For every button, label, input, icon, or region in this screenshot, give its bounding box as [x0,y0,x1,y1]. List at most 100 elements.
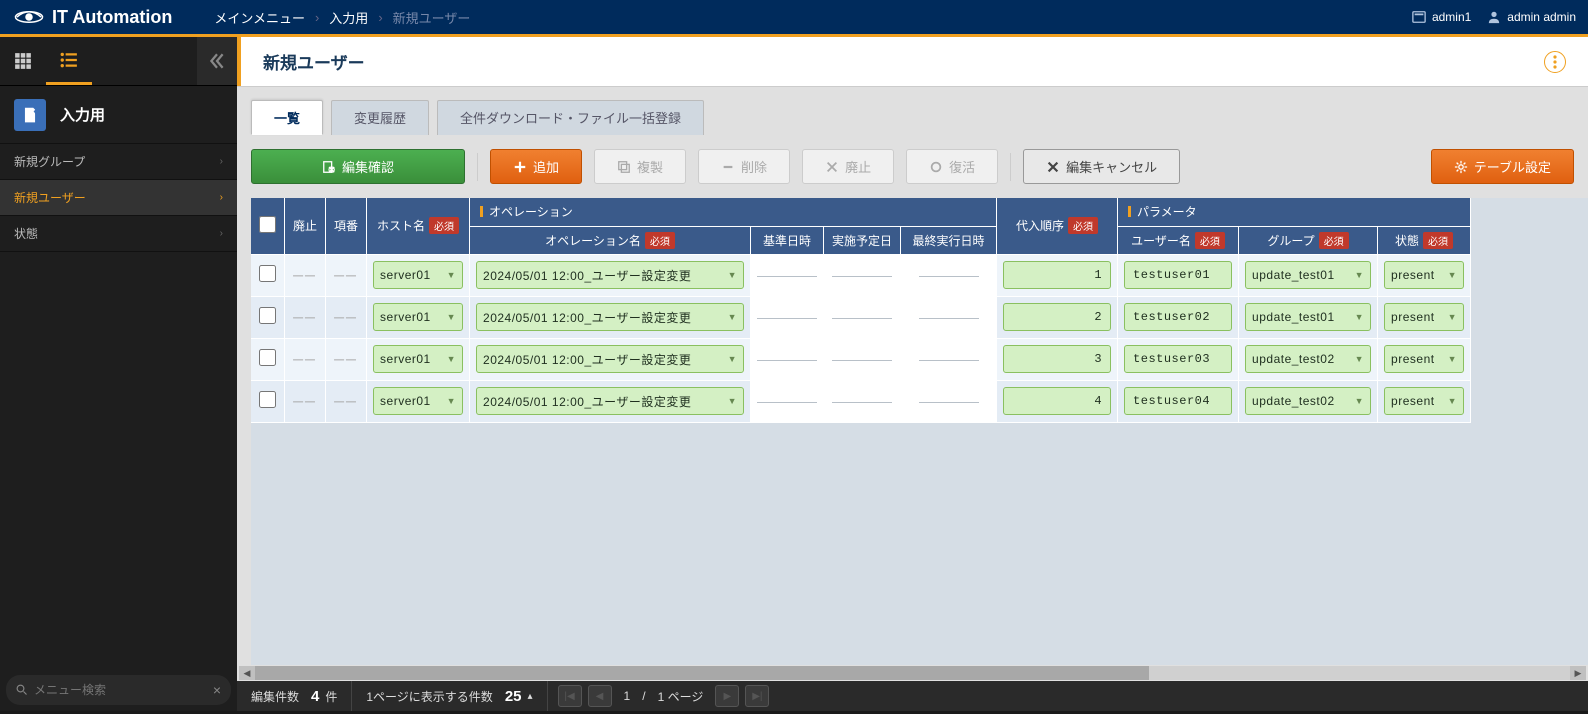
state-select[interactable]: present▼ [1384,387,1464,415]
tab-list[interactable]: 一覧 [251,100,323,135]
page-next-button[interactable]: ▶ [715,685,739,707]
group-select[interactable]: update_test01▼ [1245,261,1371,289]
add-button[interactable]: 追加 [490,149,582,184]
workspace-name: admin1 [1432,10,1471,24]
order-input[interactable]: 4 [1003,387,1111,415]
col-discard: 廃止 [285,198,326,254]
breadcrumb-item[interactable]: 入力用 [329,8,368,27]
group-select[interactable]: update_test02▼ [1245,387,1371,415]
host-select[interactable]: server01▼ [373,261,463,289]
breadcrumb-item[interactable]: メインメニュー [214,8,305,27]
username-input[interactable]: testuser01 [1124,261,1232,289]
discard-button[interactable]: 廃止 [802,149,894,184]
page-prev-button[interactable]: ◀ [588,685,612,707]
chevron-down-icon: ▼ [441,270,456,280]
restore-button[interactable]: 復活 [906,149,998,184]
order-input[interactable]: 1 [1003,261,1111,289]
operation-select[interactable]: 2024/05/01 12:00_ユーザー設定変更▼ [476,303,744,331]
chevron-down-icon: ▼ [722,270,737,280]
list-view-button[interactable] [46,37,92,85]
plus-icon [513,160,527,174]
sidebar-item-state[interactable]: 状態 › [0,216,237,252]
operation-select[interactable]: 2024/05/01 12:00_ユーザー設定変更▼ [476,345,744,373]
row-checkbox[interactable] [259,349,276,366]
table-settings-button[interactable]: テーブル設定 [1431,149,1574,184]
sidebar-search[interactable]: × [6,675,231,705]
pager: |◀ ◀ 1 / 1 ページ ▶ ▶| [548,685,780,707]
operation-select[interactable]: 2024/05/01 12:00_ユーザー設定変更▼ [476,261,744,289]
check-doc-icon [322,160,336,174]
divider [1010,153,1011,181]
horizontal-scrollbar[interactable]: ◀ ▶ [237,665,1588,681]
cancel-edit-button[interactable]: 編集キャンセル [1023,149,1180,184]
state-select[interactable]: present▼ [1384,345,1464,373]
page-title: 新規ユーザー [263,49,365,74]
host-select[interactable]: server01▼ [373,303,463,331]
sidebar-item-new-user[interactable]: 新規ユーザー › [0,180,237,216]
state-select[interactable]: present▼ [1384,303,1464,331]
col-checkbox [251,198,285,254]
edit-count: 編集件数 4 件 [237,681,352,711]
minus-icon [721,160,735,174]
clear-icon[interactable]: × [213,682,221,698]
top-bar: IT Automation メインメニュー › 入力用 › 新規ユーザー adm… [0,0,1588,37]
tab-download[interactable]: 全件ダウンロード・ファイル一括登録 [437,100,704,135]
discard-placeholder: ── [293,351,317,367]
group-select[interactable]: update_test01▼ [1245,303,1371,331]
divider [477,153,478,181]
scroll-thumb[interactable] [255,666,1149,680]
username-input[interactable]: testuser03 [1124,345,1232,373]
chevron-down-icon: ▼ [1442,312,1457,322]
per-page-selector[interactable]: 1ページに表示する件数 25 ▴ [352,681,547,711]
x-icon [825,160,839,174]
sidebar-collapse-button[interactable] [197,37,237,85]
user-indicator[interactable]: admin admin [1487,10,1576,24]
operation-select[interactable]: 2024/05/01 12:00_ユーザー設定変更▼ [476,387,744,415]
sidebar-item-new-group[interactable]: 新規グループ › [0,144,237,180]
select-all-checkbox[interactable] [259,216,276,233]
page-first-button[interactable]: |◀ [558,685,582,707]
state-select[interactable]: present▼ [1384,261,1464,289]
row-checkbox[interactable] [259,391,276,408]
chevron-down-icon: ▼ [1349,312,1364,322]
col-param-group: パラメータ [1118,198,1471,226]
col-operation-group: オペレーション [470,198,997,226]
base-date-placeholder [757,358,817,361]
base-date-placeholder [757,316,817,319]
scroll-track[interactable] [255,666,1570,680]
order-input[interactable]: 2 [1003,303,1111,331]
host-select[interactable]: server01▼ [373,345,463,373]
base-date-placeholder [757,274,817,277]
scroll-left-button[interactable]: ◀ [239,666,255,680]
tab-history[interactable]: 変更履歴 [331,100,429,135]
order-input[interactable]: 3 [1003,345,1111,373]
edit-confirm-button[interactable]: 編集確認 [251,149,465,184]
row-checkbox[interactable] [259,307,276,324]
row-checkbox[interactable] [259,265,276,282]
logo-icon [14,7,44,27]
delete-button[interactable]: 削除 [698,149,790,184]
workspace-indicator[interactable]: admin1 [1412,10,1471,24]
plan-date-placeholder [832,274,892,277]
chevron-down-icon: ▼ [722,396,737,406]
scroll-right-button[interactable]: ▶ [1570,666,1586,680]
page-menu-button[interactable] [1544,51,1566,73]
page-last-button[interactable]: ▶| [745,685,769,707]
username-input[interactable]: testuser04 [1124,387,1232,415]
chevron-down-icon: ▼ [441,354,456,364]
discard-placeholder: ── [293,309,317,325]
app-logo[interactable]: IT Automation [0,7,186,28]
sidebar-item-label: 新規ユーザー [14,189,86,206]
sidebar-search-input[interactable] [34,683,207,697]
group-select[interactable]: update_test02▼ [1245,345,1371,373]
chevron-right-icon: › [220,228,223,239]
grid-view-button[interactable] [0,37,46,85]
chevron-up-icon: ▴ [528,691,533,702]
seq-placeholder: ── [334,267,358,283]
document-icon [14,99,46,131]
host-select[interactable]: server01▼ [373,387,463,415]
username-input[interactable]: testuser02 [1124,303,1232,331]
copy-button[interactable]: 複製 [594,149,686,184]
app-name: IT Automation [52,7,172,28]
col-state: 状態必須 [1378,226,1471,254]
